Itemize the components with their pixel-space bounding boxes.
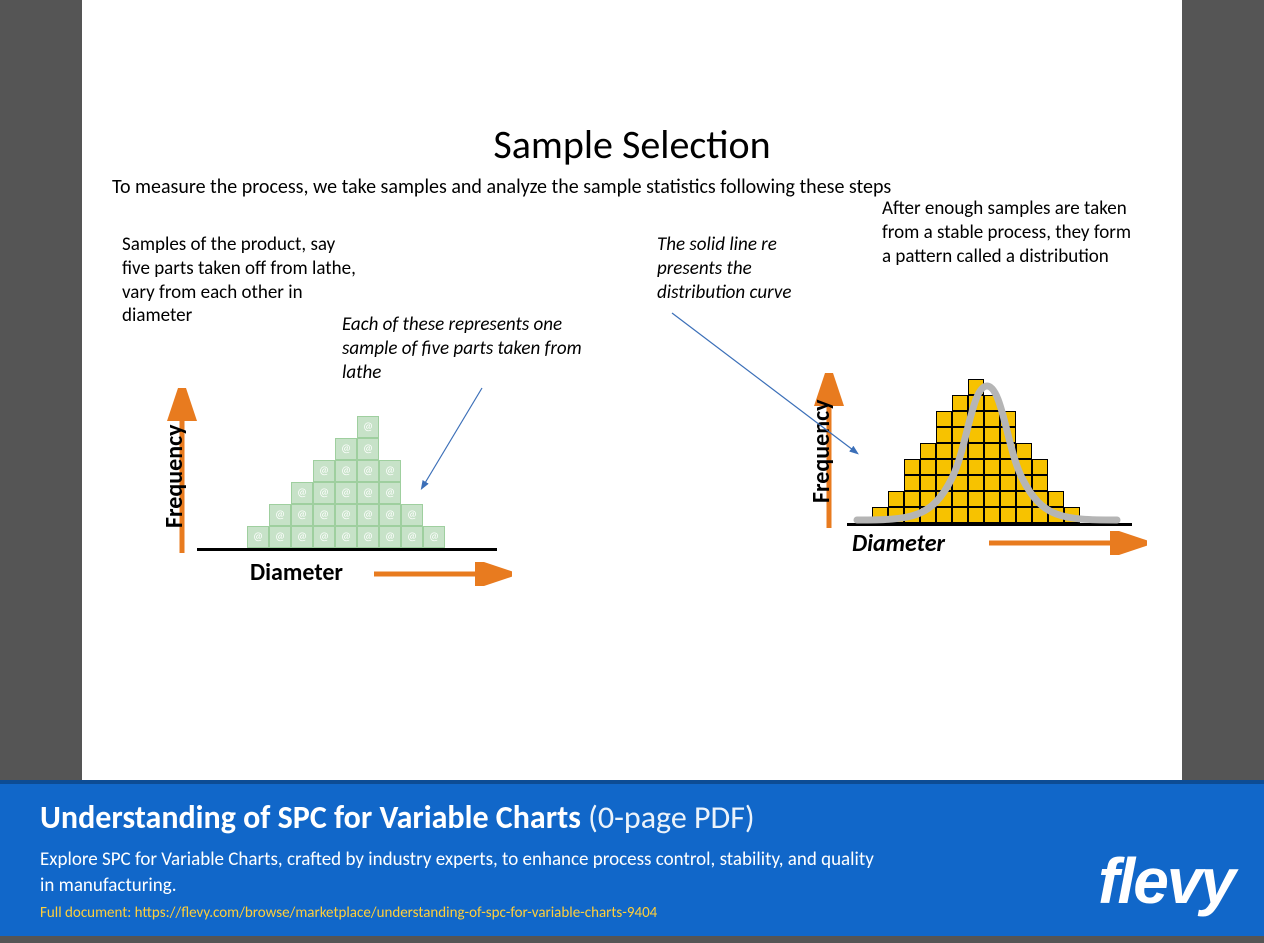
footer-link[interactable]: Full document: https://flevy.com/browse/…	[40, 904, 1234, 922]
x-axis-arrow-icon	[372, 562, 512, 586]
right-x-axis-label: Diameter	[852, 529, 945, 558]
left-x-axis-label: Diameter	[250, 558, 343, 587]
footer-band: Understanding of SPC for Variable Charts…	[0, 780, 1264, 936]
footer-title: Understanding of SPC for Variable Charts…	[40, 798, 1234, 837]
footer-title-bold: Understanding of SPC for Variable Charts	[40, 798, 581, 837]
footer-title-light: (0-page PDF)	[581, 798, 755, 837]
left-y-axis-label: Frequency	[160, 425, 189, 529]
callout-center: The solid line re presents the distribut…	[657, 233, 837, 304]
brand-logo: flevy	[1098, 844, 1234, 918]
left-chart: Frequency Diameter @ @@ @@@ @@@@ @@@@@ @…	[152, 378, 502, 578]
callout-left-top: Samples of the product, say five parts t…	[122, 233, 362, 328]
callout-left-mid: Each of these represents one sample of f…	[342, 313, 602, 384]
slide-title: Sample Selection	[82, 120, 1182, 169]
slide-subtitle: To measure the process, we take samples …	[112, 175, 1182, 199]
diagram-area: Samples of the product, say five parts t…	[82, 203, 1182, 653]
footer-description: Explore SPC for Variable Charts, crafted…	[40, 847, 880, 898]
left-x-axis-line	[197, 548, 497, 551]
callout-right-top: After enough samples are taken from a st…	[882, 197, 1132, 268]
slide-page: Sample Selection To measure the process,…	[82, 0, 1182, 780]
pointer-arrow-icon	[382, 378, 502, 498]
right-chart: Frequency Diameter	[792, 363, 1152, 563]
bell-curve-icon	[852, 368, 1122, 528]
x-axis-arrow-icon	[987, 531, 1147, 555]
pointer-arrow-icon	[662, 303, 872, 473]
